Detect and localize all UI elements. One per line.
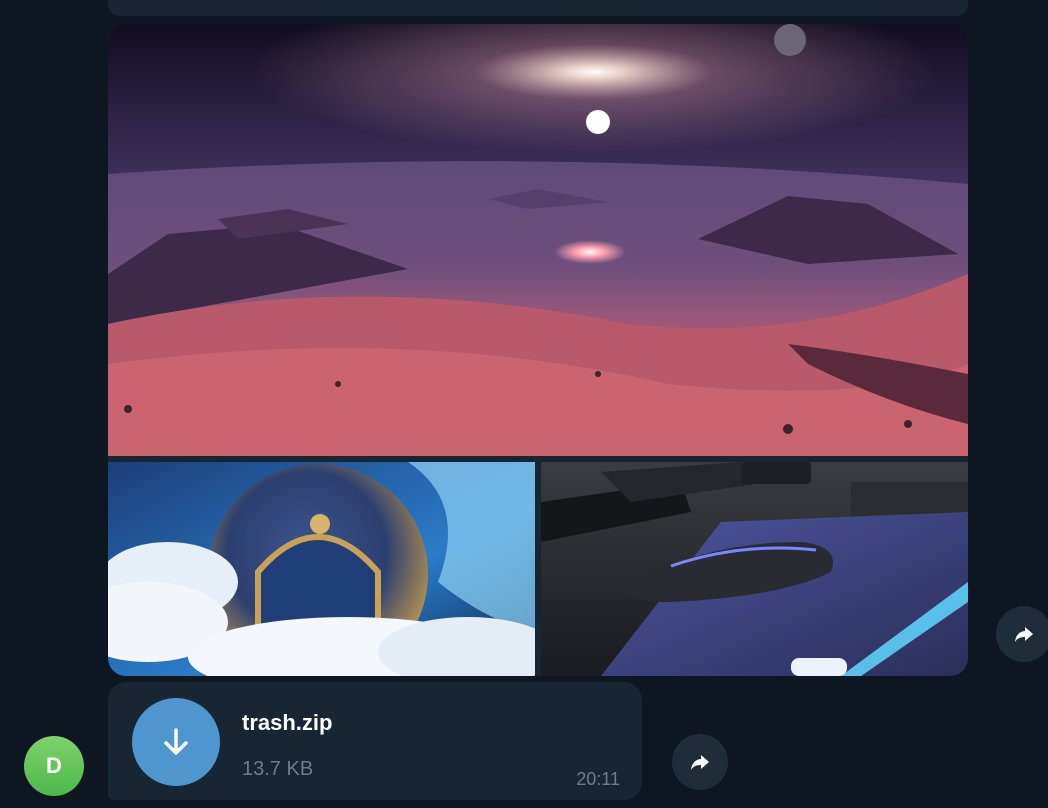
share-arrow-icon	[691, 755, 709, 770]
forward-file-button[interactable]	[672, 734, 728, 790]
photo-sphere-clouds[interactable]	[108, 462, 535, 676]
file-message-bubble: trash.zip 13.7 KB 20:11	[108, 682, 642, 800]
share-arrow-icon	[1015, 627, 1033, 642]
photo-mouse-pad[interactable]	[541, 462, 968, 676]
forward-album-button[interactable]	[996, 606, 1048, 662]
file-size: 13.7 KB	[242, 758, 314, 780]
download-button[interactable]	[132, 698, 220, 786]
previous-message-bubble	[108, 0, 968, 16]
download-arrow-icon	[164, 728, 188, 755]
media-album	[108, 24, 968, 676]
avatar-initial: D	[46, 753, 62, 778]
mouse-pad-image	[541, 462, 968, 676]
photo-desert-planet[interactable]	[108, 24, 968, 456]
sender-avatar[interactable]: D	[24, 736, 84, 796]
desert-planet-image	[108, 24, 968, 456]
message-time: 20:11	[576, 769, 620, 789]
sphere-clouds-image	[108, 462, 535, 676]
file-name[interactable]: trash.zip	[242, 710, 332, 736]
chat-area: trash.zip 13.7 KB 20:11 D	[0, 0, 1048, 808]
